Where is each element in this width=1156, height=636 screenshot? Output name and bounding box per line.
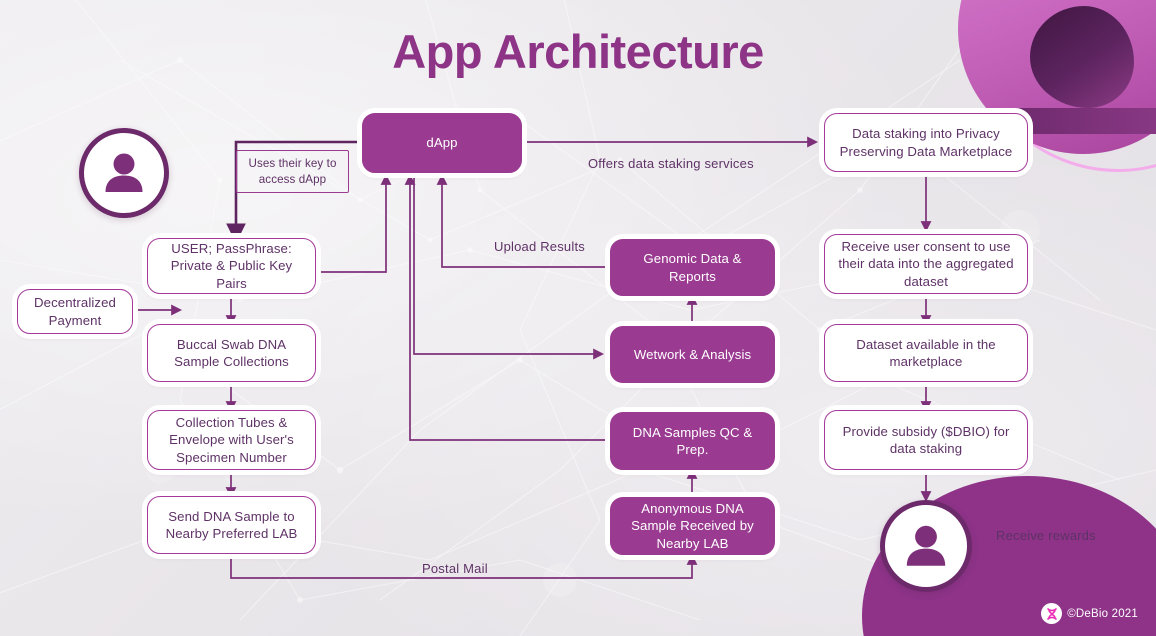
node-buccal-swab-label: Buccal Swab DNA Sample Collections [174,336,289,369]
copyright-text: ©DeBio 2021 [1067,607,1138,620]
node-wetwork-analysis[interactable]: Wetwork & Analysis [610,326,775,383]
node-collection-tubes-label: Collection Tubes & Envelope with User's … [169,414,294,465]
node-decentralized-payment[interactable]: Decentralized Payment [17,289,133,334]
node-anonymous-dna[interactable]: Anonymous DNA Sample Received by Nearby … [610,497,775,555]
node-send-dna-sample-label: Send DNA Sample to Nearby Preferred LAB [165,508,298,541]
node-uses-key-label: Uses their key to access dApp [248,157,337,186]
node-receive-consent[interactable]: Receive user consent to use their data i… [824,234,1028,294]
node-buccal-swab[interactable]: Buccal Swab DNA Sample Collections [147,324,316,382]
debio-logo-icon [1041,603,1063,624]
node-data-staking-label: Data staking into Privacy Preserving Dat… [839,126,1013,159]
node-decentralized-payment-label: Decentralized Payment [34,295,116,328]
node-dataset-available-label: Dataset available in the marketplace [856,336,996,369]
node-genomic-data-label: Genomic Data & Reports [643,251,742,284]
node-genomic-data[interactable]: Genomic Data & Reports [610,239,775,296]
node-anonymous-dna-label: Anonymous DNA Sample Received by Nearby … [631,500,754,551]
user-avatar-icon [105,153,143,192]
node-receive-consent-label: Receive user consent to use their data i… [838,238,1014,289]
node-collection-tubes[interactable]: Collection Tubes & Envelope with User's … [147,410,316,470]
node-dna-samples-qc[interactable]: DNA Samples QC & Prep. [610,412,775,470]
decorative-bar [1014,108,1156,134]
edge-label-offers-staking: Offers data staking services [588,156,754,171]
edge-label-postal-mail: Postal Mail [422,561,488,576]
edge-label-receive-rewards: Receive rewards [996,528,1096,543]
page-title: App Architecture [392,25,764,78]
user-avatar [79,128,169,218]
node-dapp-label: dApp [426,135,458,151]
node-provide-subsidy-label: Provide subsidy ($DBIO) for data staking [842,423,1010,456]
node-provide-subsidy[interactable]: Provide subsidy ($DBIO) for data staking [824,410,1028,470]
node-wetwork-analysis-label: Wetwork & Analysis [633,346,752,362]
edge-label-upload-results: Upload Results [494,239,585,254]
diagram-canvas: App Architecture dApp Uses their key to … [0,0,1156,636]
node-dna-samples-qc-label: DNA Samples QC & Prep. [632,424,753,457]
node-dataset-available[interactable]: Dataset available in the marketplace [824,324,1028,382]
reward-avatar [880,500,972,592]
node-data-staking[interactable]: Data staking into Privacy Preserving Dat… [824,113,1028,172]
user-avatar-icon [906,525,946,566]
node-uses-key: Uses their key to access dApp [236,150,349,193]
footer-brand: ©DeBio 2021 [1041,603,1138,624]
node-dapp[interactable]: dApp [362,113,522,173]
node-user-passphrase[interactable]: USER; PassPhrase: Private & Public Key P… [147,238,316,294]
node-send-dna-sample[interactable]: Send DNA Sample to Nearby Preferred LAB [147,496,316,554]
node-user-passphrase-label: USER; PassPhrase: Private & Public Key P… [170,240,293,291]
